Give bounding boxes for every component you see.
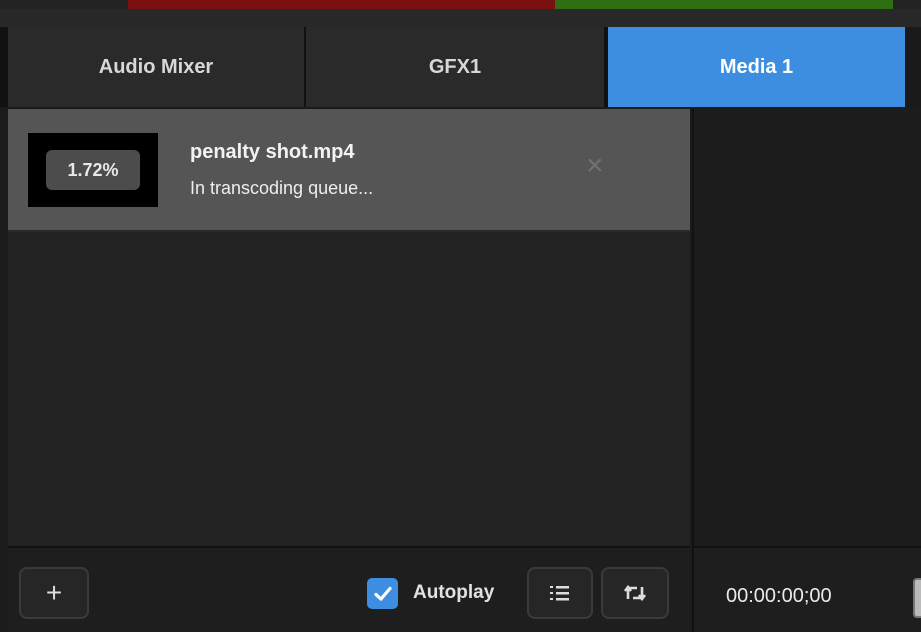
tab-audio-mixer[interactable]: Audio Mixer bbox=[8, 27, 306, 107]
checkmark-icon bbox=[373, 586, 392, 601]
transcode-progress-badge: 1.72% bbox=[46, 150, 140, 190]
tab-label: GFX1 bbox=[428, 55, 482, 78]
media-list-panel: 1.72% penalty shot.mp4 In transcoding qu… bbox=[8, 109, 690, 546]
media-filename: penalty shot.mp4 bbox=[190, 141, 355, 163]
meter-background bbox=[0, 9, 921, 27]
tab-bar-end bbox=[905, 27, 921, 107]
timecode-display: 00:00:00;00 bbox=[726, 585, 832, 607]
media-preview-panel bbox=[692, 109, 921, 546]
close-icon[interactable]: × bbox=[586, 151, 604, 181]
plus-icon: + bbox=[45, 577, 63, 608]
media-status: In transcoding queue... bbox=[190, 178, 374, 198]
loop-button[interactable] bbox=[601, 567, 669, 619]
media-list-item[interactable]: 1.72% penalty shot.mp4 In transcoding qu… bbox=[8, 109, 690, 232]
tab-media-1[interactable]: Media 1 bbox=[608, 27, 905, 107]
tab-label: Media 1 bbox=[719, 55, 794, 78]
tab-label: Audio Mixer bbox=[98, 55, 214, 78]
transport-control-edge[interactable] bbox=[913, 578, 921, 618]
autoplay-label: Autoplay bbox=[413, 582, 495, 603]
meter-level-red bbox=[128, 0, 555, 9]
playlist-button[interactable] bbox=[527, 567, 593, 619]
loop-icon bbox=[623, 584, 647, 602]
transport-bar: 00:00:00;00 bbox=[692, 546, 921, 632]
autoplay-checkbox[interactable] bbox=[367, 578, 398, 609]
media-toolbar: + Autoplay bbox=[8, 546, 690, 632]
panel-tab-bar: Audio Mixer GFX1 Media 1 bbox=[0, 27, 921, 107]
add-media-button[interactable]: + bbox=[19, 567, 89, 619]
list-icon bbox=[550, 586, 569, 601]
audio-meter-strip bbox=[0, 0, 921, 27]
tab-gfx1[interactable]: GFX1 bbox=[306, 27, 606, 107]
meter-level-green bbox=[555, 0, 893, 9]
media-thumbnail: 1.72% bbox=[28, 133, 158, 207]
